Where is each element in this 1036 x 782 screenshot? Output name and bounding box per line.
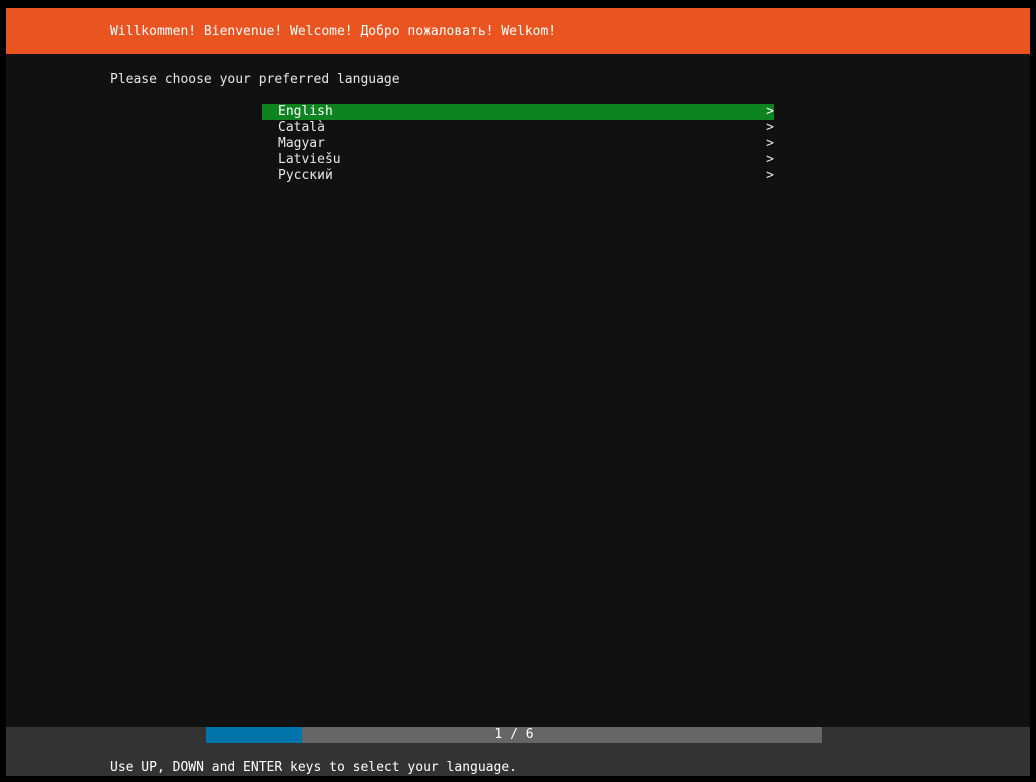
header-bar: Willkommen! Bienvenue! Welcome! Добро по… xyxy=(6,8,1030,54)
help-text: Use UP, DOWN and ENTER keys to select yo… xyxy=(110,760,517,775)
language-option-english[interactable]: English > xyxy=(262,104,774,120)
footer-bar: 1 / 6 Use UP, DOWN and ENTER keys to sel… xyxy=(6,727,1030,776)
progress-step-text: 1 / 6 xyxy=(494,727,534,742)
language-label: Català xyxy=(278,120,325,135)
welcome-title: Willkommen! Bienvenue! Welcome! Добро по… xyxy=(110,24,557,39)
language-label: English xyxy=(278,104,333,119)
language-prompt: Please choose your preferred language xyxy=(110,72,400,87)
language-list: English > Català > Magyar > Latviešu > Р… xyxy=(262,104,774,184)
chevron-right-icon: > xyxy=(766,136,774,151)
language-option-magyar[interactable]: Magyar > xyxy=(262,136,774,152)
installer-screen: Willkommen! Bienvenue! Welcome! Добро по… xyxy=(6,8,1030,776)
language-option-latviesu[interactable]: Latviešu > xyxy=(262,152,774,168)
chevron-right-icon: > xyxy=(766,104,774,119)
chevron-right-icon: > xyxy=(766,168,774,183)
language-label: Русский xyxy=(278,168,333,183)
language-label: Latviešu xyxy=(278,152,341,167)
language-option-catala[interactable]: Català > xyxy=(262,120,774,136)
chevron-right-icon: > xyxy=(766,120,774,135)
language-option-russian[interactable]: Русский > xyxy=(262,168,774,184)
progress-bar: 1 / 6 xyxy=(206,727,822,743)
chevron-right-icon: > xyxy=(766,152,774,167)
language-label: Magyar xyxy=(278,136,325,151)
